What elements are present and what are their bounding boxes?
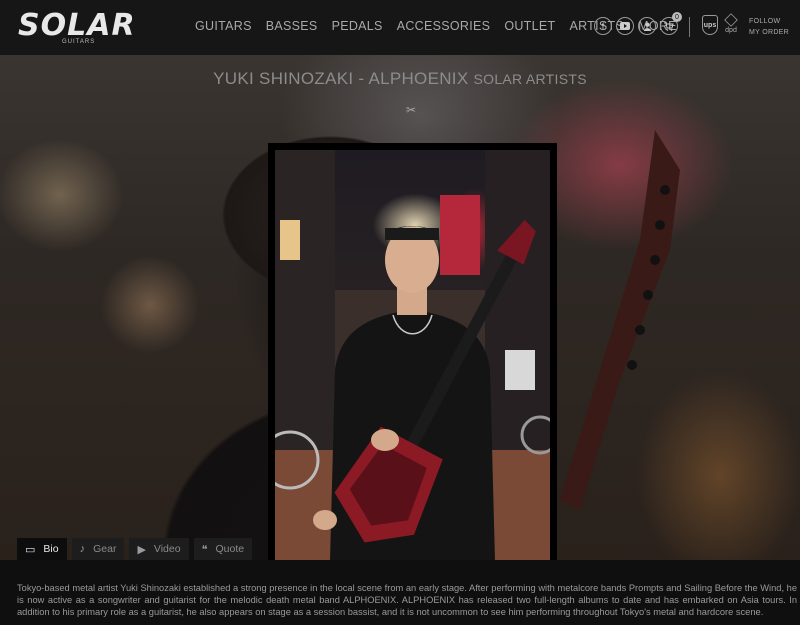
guitar-icon: ♪ xyxy=(79,543,86,555)
logo-subtitle: GUITARS xyxy=(62,39,96,45)
tab-quote-label: Quote xyxy=(215,543,245,555)
artist-photo-frame xyxy=(268,143,557,560)
artist-photo-illustration xyxy=(275,150,550,560)
follow-label: FOLLOW xyxy=(749,18,781,25)
nav-guitars[interactable]: GUITARS xyxy=(195,19,252,33)
nav-accessories[interactable]: ACCESSORIES xyxy=(397,19,491,33)
hero-background-guitar xyxy=(560,130,680,510)
header-divider xyxy=(689,17,690,37)
header-icon-group: f 0 xyxy=(594,12,682,35)
dpd-label: dpd xyxy=(725,27,737,34)
facebook-icon[interactable]: f xyxy=(594,17,612,35)
nav-pedals[interactable]: PEDALS xyxy=(332,19,383,33)
tab-bio-label: Bio xyxy=(43,543,59,555)
artist-bio-text: Tokyo-based metal artist Yuki Shinozaki … xyxy=(17,583,797,617)
my-order-label: MY ORDER xyxy=(749,29,789,36)
dpd-logo-icon[interactable]: dpd xyxy=(722,13,740,38)
scissors-icon: ✂ xyxy=(406,103,417,117)
artist-tabs: ▭ Bio ♪ Gear ▶ Video ❝ Quote xyxy=(17,538,253,560)
cart-icon[interactable]: 0 xyxy=(660,12,682,35)
tab-quote[interactable]: ❝ Quote xyxy=(193,538,253,560)
nav-basses[interactable]: BASSES xyxy=(266,19,318,33)
cart-count-badge: 0 xyxy=(672,12,682,22)
dpd-cube-icon xyxy=(724,13,738,27)
user-icon[interactable] xyxy=(638,17,656,35)
quote-icon: ❝ xyxy=(201,543,208,556)
artist-hero: YUKI SHINOZAKI - ALPHOENIX SOLAR ARTISTS… xyxy=(0,55,800,560)
tab-video-label: Video xyxy=(153,543,181,555)
tab-gear-label: Gear xyxy=(93,543,117,555)
id-card-icon: ▭ xyxy=(25,543,36,556)
youtube-icon[interactable] xyxy=(616,17,634,35)
tab-bio[interactable]: ▭ Bio xyxy=(17,538,67,560)
follow-order-link[interactable]: FOLLOW MY ORDER xyxy=(749,16,789,38)
artist-title: YUKI SHINOZAKI - ALPHOENIX SOLAR ARTISTS xyxy=(0,69,800,89)
nav-outlet[interactable]: OUTLET xyxy=(504,19,555,33)
tab-video[interactable]: ▶ Video xyxy=(129,538,189,560)
play-icon: ▶ xyxy=(137,543,146,556)
site-header: SOLAR GUITARS GUITARS BASSES PEDALS ACCE… xyxy=(0,0,800,55)
tab-gear[interactable]: ♪ Gear xyxy=(71,538,125,560)
logo-wordmark: SOLAR xyxy=(18,8,136,43)
artist-category: SOLAR ARTISTS xyxy=(473,71,587,87)
ups-logo-icon[interactable]: ups xyxy=(702,15,718,35)
artist-photo xyxy=(275,150,550,560)
artist-name: YUKI SHINOZAKI - ALPHOENIX xyxy=(213,69,469,88)
solar-logo[interactable]: SOLAR GUITARS xyxy=(18,8,136,45)
